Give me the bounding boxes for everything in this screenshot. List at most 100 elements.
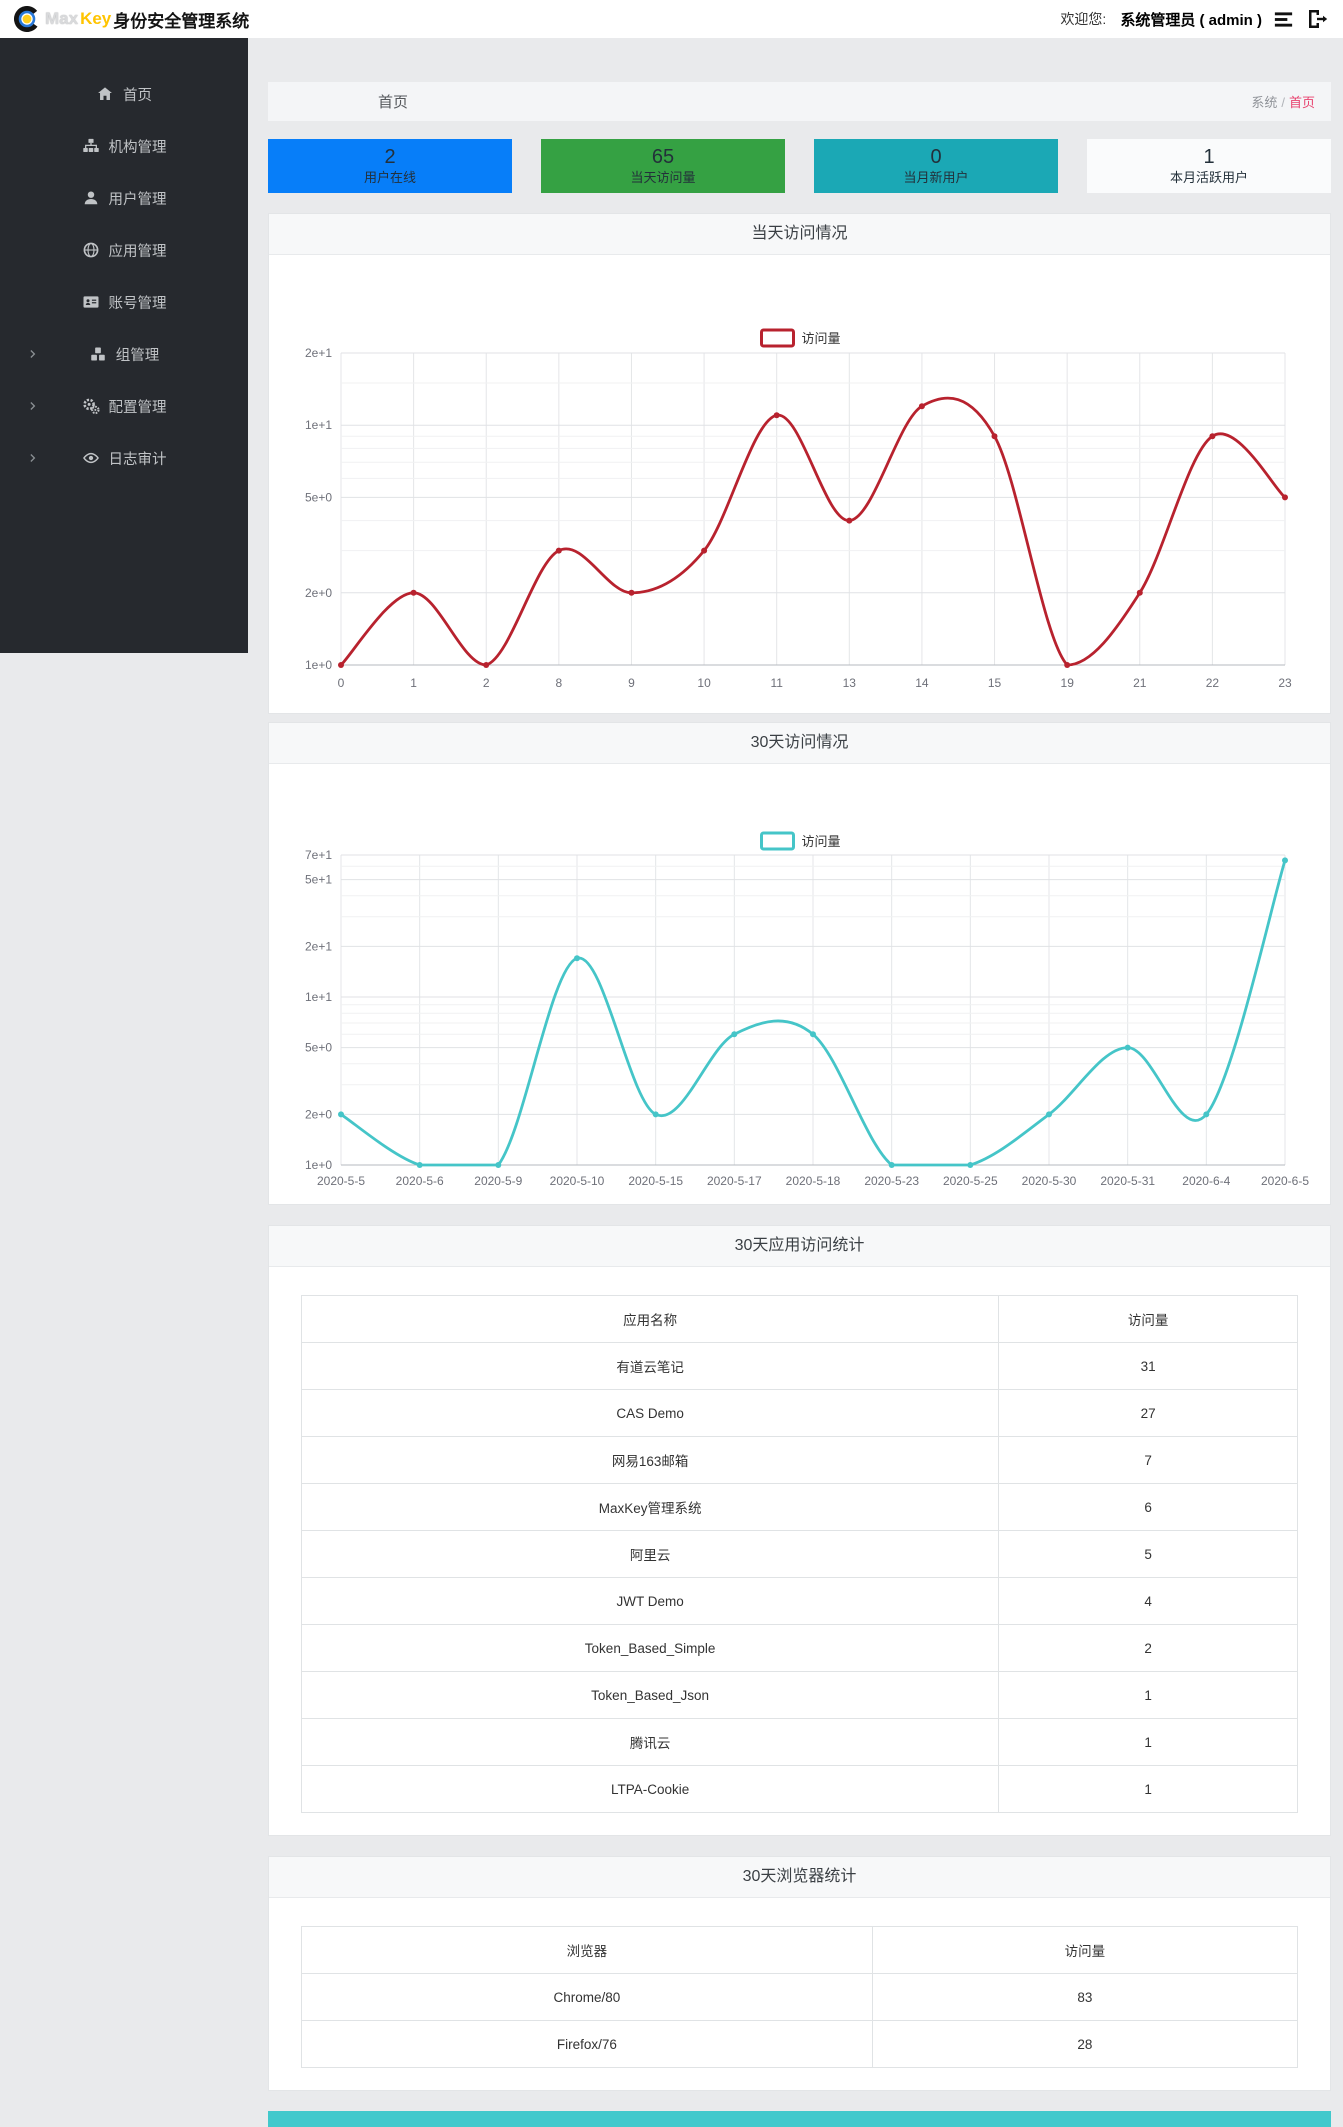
data-point bbox=[416, 1162, 423, 1168]
gears-icon bbox=[82, 397, 100, 415]
cell: JWT Demo bbox=[300, 1577, 1000, 1625]
data-point bbox=[991, 433, 998, 440]
panel-today-visits: 当天访问情况 2e+1 1e+1 5e+0 2e+0 1e+0 0 1 2 8 9 10 11 13 14… bbox=[268, 213, 1331, 714]
chart-legend[interactable]: 访问量 bbox=[760, 328, 841, 348]
data-point bbox=[555, 547, 562, 554]
table-row: LTPA-Cookie 1 bbox=[300, 1765, 1298, 1813]
legend-swatch bbox=[760, 328, 795, 348]
x-axis-tick-label: 2020-5-23 bbox=[864, 1174, 919, 1188]
sidebar-item-accounts[interactable]: 账号管理 bbox=[0, 276, 248, 328]
legend-label: 访问量 bbox=[802, 834, 841, 849]
footer-accent-bar bbox=[268, 2111, 1331, 2127]
breadcrumb: 系统 / 首页 bbox=[1251, 92, 1315, 111]
panel-month-visits: 30天访问情况 7e+1 5e+1 2e+1 1e+1 5e+0 2e+0 1e+0 2020… bbox=[268, 722, 1331, 1205]
sidebar-item-label: 应用管理 bbox=[108, 243, 167, 260]
breadcrumb-separator: / bbox=[1281, 95, 1285, 110]
panel-title-app-stats: 30天应用访问统计 bbox=[269, 1226, 1330, 1267]
x-axis-tick-label: 11 bbox=[770, 676, 783, 690]
chart-legend[interactable]: 访问量 bbox=[760, 831, 841, 851]
cell: 阿里云 bbox=[300, 1530, 1000, 1578]
cell: 31 bbox=[998, 1342, 1298, 1390]
x-axis-tick-label: 2020-5-10 bbox=[550, 1174, 605, 1188]
breadcrumb-current[interactable]: 首页 bbox=[1289, 95, 1315, 110]
x-axis-tick-label: 9 bbox=[628, 676, 635, 690]
panel-title-month-visits: 30天访问情况 bbox=[269, 723, 1330, 764]
data-point bbox=[967, 1162, 974, 1168]
breadcrumb-section[interactable]: 系统 bbox=[1251, 95, 1277, 110]
page-header-bar: 首页 系统 / 首页 bbox=[268, 82, 1331, 121]
x-axis-tick-label: 2020-5-31 bbox=[1100, 1174, 1155, 1188]
x-axis-tick-label: 2020-5-5 bbox=[317, 1174, 365, 1188]
y-axis-tick-label: 1e+1 bbox=[305, 418, 332, 432]
stat-value: 2 bbox=[384, 146, 396, 169]
panel-app-stats: 30天应用访问统计 应用名称 访问量 有道云笔记 31 CAS Demo 27 网易163邮… bbox=[268, 1225, 1331, 1836]
data-point bbox=[1064, 662, 1071, 668]
x-axis-tick-label: 2020-5-15 bbox=[628, 1174, 683, 1188]
sidebar-item-org[interactable]: 机构管理 bbox=[0, 120, 248, 172]
user-name: 系统管理员 ( admin ) bbox=[1120, 11, 1262, 29]
y-axis-tick-label: 2e+1 bbox=[305, 346, 332, 360]
stat-value: 0 bbox=[930, 146, 942, 169]
column-header: 访问量 bbox=[871, 1926, 1299, 1974]
y-axis-tick-label: 5e+0 bbox=[305, 490, 332, 504]
cell: 83 bbox=[871, 1973, 1299, 2021]
cell: 6 bbox=[998, 1483, 1298, 1531]
x-axis-tick-label: 2020-5-9 bbox=[474, 1174, 522, 1188]
stat-card-online-users: 2 用户在线 bbox=[268, 139, 512, 193]
x-axis-tick-label: 8 bbox=[555, 676, 562, 690]
data-point bbox=[773, 412, 780, 419]
stat-card-month-active-users: 1 本月活跃用户 bbox=[1087, 139, 1331, 193]
brand-name-max: Max bbox=[45, 9, 79, 28]
cell: LTPA-Cookie bbox=[300, 1765, 1000, 1813]
data-point bbox=[1282, 857, 1288, 864]
cell: Token_Based_Json bbox=[300, 1671, 1000, 1719]
cell: 5 bbox=[998, 1530, 1298, 1578]
data-point bbox=[1046, 1111, 1052, 1118]
sidebar-item-users[interactable]: 用户管理 bbox=[0, 172, 248, 224]
data-point bbox=[628, 589, 635, 596]
column-header: 应用名称 bbox=[300, 1295, 1000, 1343]
id-card-icon bbox=[82, 293, 100, 311]
sidebar-item-label: 账号管理 bbox=[108, 295, 167, 312]
table-row: 阿里云 5 bbox=[300, 1530, 1298, 1578]
stat-cards-row: 2 用户在线 65 当天访问量 0 当月新用户 1 本月活跃用户 bbox=[268, 139, 1331, 193]
sidebar-item-config[interactable]: 配置管理 bbox=[0, 380, 248, 432]
chevron-right-icon bbox=[26, 400, 39, 413]
x-axis-tick-label: 10 bbox=[697, 676, 711, 690]
list-icon[interactable] bbox=[1272, 8, 1295, 31]
globe-icon bbox=[82, 241, 100, 259]
brand-logo-icon bbox=[14, 6, 40, 32]
home-icon bbox=[96, 85, 114, 103]
cell: 27 bbox=[998, 1389, 1298, 1437]
series-line bbox=[339, 396, 1287, 667]
cell: 28 bbox=[871, 2020, 1299, 2068]
cell: 有道云笔记 bbox=[300, 1342, 1000, 1390]
sidebar-item-audit[interactable]: 日志审计 bbox=[0, 432, 248, 484]
table-header-row: 应用名称 访问量 bbox=[300, 1295, 1298, 1343]
sidebar-item-home[interactable]: 首页 bbox=[0, 68, 248, 120]
sidebar-item-apps[interactable]: 应用管理 bbox=[0, 224, 248, 276]
cell: Token_Based_Simple bbox=[300, 1624, 1000, 1672]
x-axis-tick-label: 0 bbox=[338, 676, 345, 690]
x-axis-tick-label: 1 bbox=[410, 676, 417, 690]
y-axis-tick-label: 1e+0 bbox=[305, 658, 332, 672]
browsers-table: 浏览器 访问量 Chrome/80 83 Firefox/76 28 bbox=[301, 1926, 1299, 2068]
chart-month-visits: 7e+1 5e+1 2e+1 1e+1 5e+0 2e+0 1e+0 2020-5-5 2020… bbox=[269, 764, 1330, 1204]
table-row: 网易163邮箱 7 bbox=[300, 1436, 1298, 1484]
data-point bbox=[1282, 494, 1288, 501]
app-header: Max Key 身份安全管理系统 欢迎您: 系统管理员 ( admin ) bbox=[0, 0, 1343, 38]
column-header: 浏览器 bbox=[301, 1926, 873, 1974]
sidebar: 首页 机构管理 用户管理应用管理账号管理组管理配置管理 日志审计 bbox=[0, 38, 248, 653]
data-point bbox=[1124, 1044, 1131, 1051]
stat-card-month-new-users: 0 当月新用户 bbox=[814, 139, 1058, 193]
logout-icon[interactable] bbox=[1305, 7, 1329, 31]
sidebar-item-groups[interactable]: 组管理 bbox=[0, 328, 248, 380]
data-point bbox=[1136, 589, 1143, 596]
cell: 2 bbox=[998, 1624, 1298, 1672]
sitemap-icon bbox=[82, 137, 100, 155]
data-point bbox=[652, 1111, 659, 1118]
x-axis-tick-label: 2020-5-18 bbox=[786, 1174, 841, 1188]
chevron-right-icon bbox=[26, 348, 39, 361]
x-axis-tick-label: 2020-5-25 bbox=[943, 1174, 998, 1188]
sidebar-item-label: 组管理 bbox=[115, 347, 160, 364]
